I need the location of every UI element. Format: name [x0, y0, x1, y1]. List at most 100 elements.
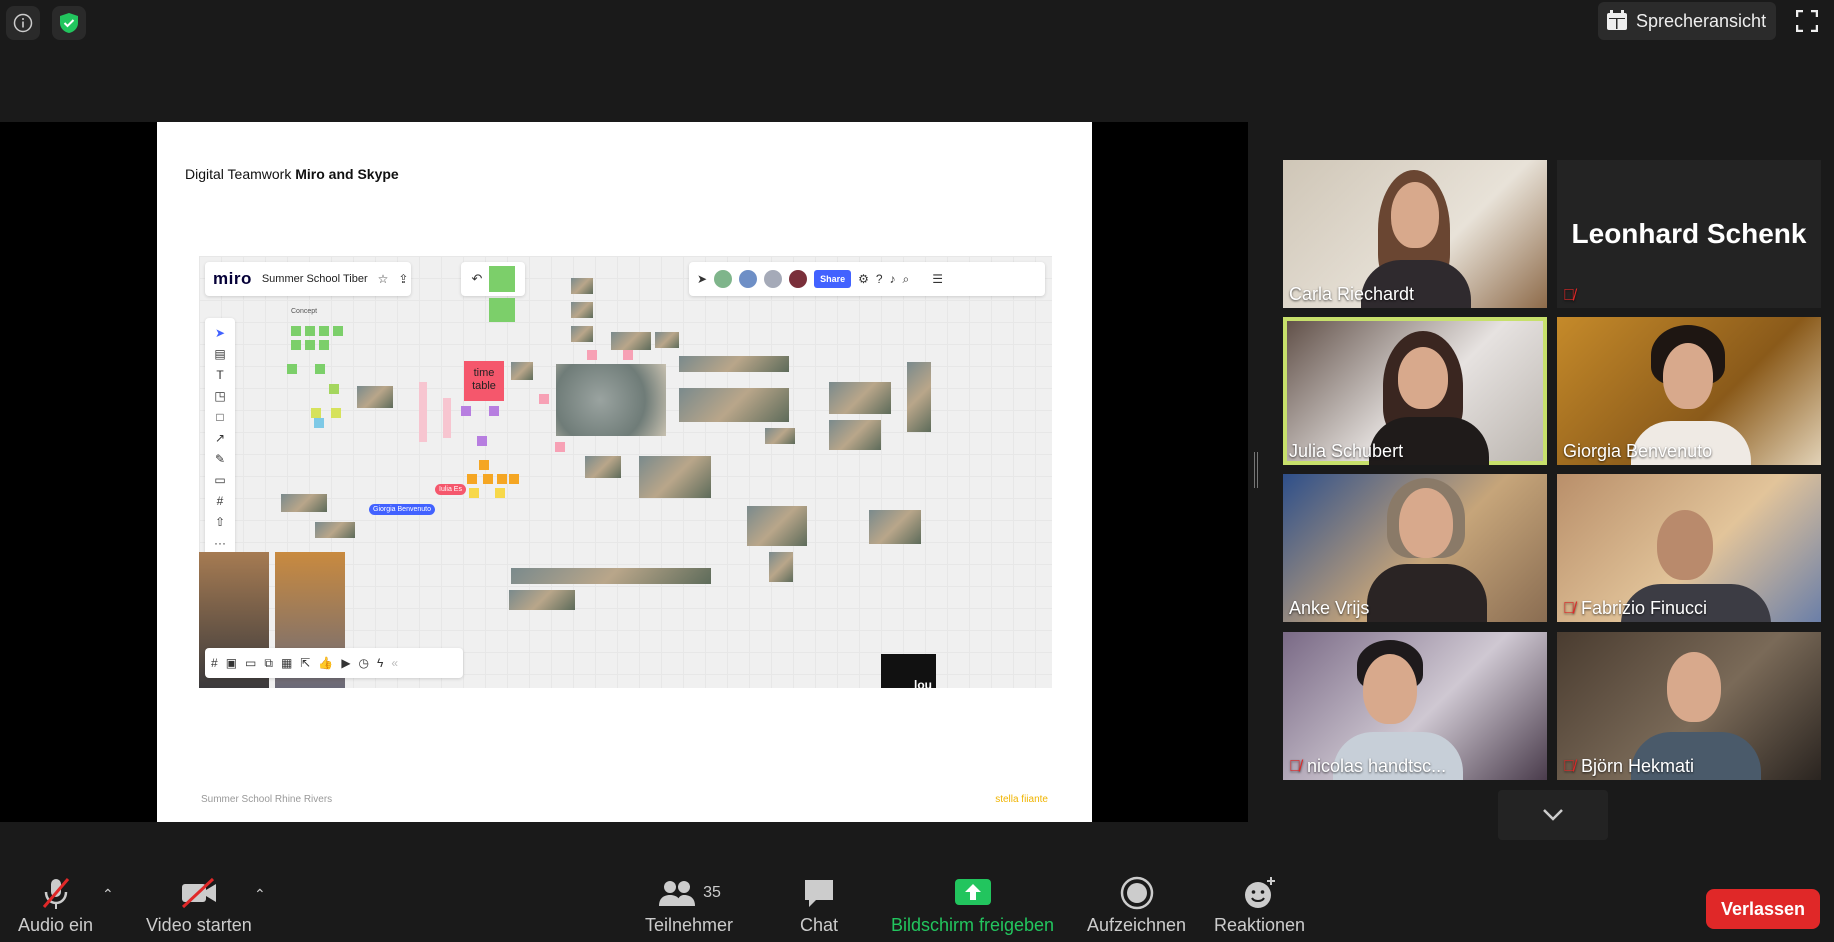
- participant-name: 🎙̸ Björn Hekmati: [1563, 756, 1694, 777]
- panel-resize-handle[interactable]: [1254, 452, 1258, 488]
- participant-display-name: Leonhard Schenk: [1571, 218, 1807, 249]
- upload-icon: ⇪: [398, 272, 409, 286]
- participant-name: 🎙̸ Fabrizio Finucci: [1563, 598, 1707, 619]
- upload-icon: ⇧: [214, 515, 226, 529]
- sticky-note: [467, 474, 477, 484]
- board-photo: [315, 522, 355, 538]
- video-tile[interactable]: Giorgia Benvenuto: [1557, 317, 1821, 465]
- menu-icon: ☰: [932, 272, 944, 286]
- participant-name-text: Carla Riechardt: [1289, 284, 1415, 304]
- board-photo: [585, 456, 621, 478]
- video-tile[interactable]: Anke Vrijs: [1283, 474, 1547, 622]
- record-label: Aufzeichnen: [1087, 915, 1187, 935]
- miro-board-name: Summer School Tiber: [261, 273, 368, 285]
- participant-body: [1367, 564, 1487, 622]
- participant-name-text: Giorgia Benvenuto: [1563, 441, 1713, 461]
- participant-face: [1667, 652, 1721, 722]
- city-map-image: [556, 364, 666, 436]
- sticky-note: [305, 340, 315, 350]
- timetable-sticky: time table: [464, 361, 504, 401]
- slide-title-bold: Miro and Skype: [295, 166, 399, 182]
- video-tile[interactable]: 🎙̸ Fabrizio Finucci: [1557, 474, 1821, 622]
- board-photo: [571, 278, 593, 294]
- participant-name: Giorgia Benvenuto: [1563, 441, 1712, 462]
- participant-name: 🎙̸: [1563, 287, 1575, 305]
- video-tile[interactable]: Leonhard Schenk 🎙̸: [1557, 160, 1821, 308]
- participants-icon: 35: [657, 875, 721, 911]
- sticky-note: [291, 326, 301, 336]
- sticky-note: [489, 266, 515, 292]
- slide-title-prefix: Digital Teamwork: [185, 166, 292, 182]
- avatar: [789, 270, 808, 288]
- participant-name: Carla Riechardt: [1289, 284, 1414, 305]
- frame-icon: #: [216, 494, 224, 508]
- board-photo: [281, 494, 327, 512]
- sticky-note: [479, 460, 489, 470]
- mic-muted-icon: 🎙̸: [1563, 287, 1575, 304]
- board-photo: [829, 420, 881, 450]
- search-icon: ⌕: [902, 271, 910, 286]
- participants-label: Teilnehmer: [645, 915, 734, 935]
- calendar-grid-icon: [1607, 10, 1627, 30]
- present-icon: ▣: [225, 656, 238, 670]
- avatar: [714, 270, 733, 288]
- sticky-note: [539, 394, 549, 404]
- shield-check-icon: [60, 13, 78, 33]
- video-tile[interactable]: 🎙̸ nicolas handtsc...: [1283, 632, 1547, 780]
- mic-muted-icon: 🎙̸: [1289, 757, 1301, 775]
- collapse-icon: «: [391, 656, 399, 670]
- chat-button[interactable]: Chat: [800, 875, 838, 936]
- share-screen-button[interactable]: Bildschirm freigeben: [891, 875, 1054, 936]
- cursor-label-giorgia: Giorgia Benvenuto: [369, 504, 435, 515]
- video-tile[interactable]: 🎙̸ Björn Hekmati: [1557, 632, 1821, 780]
- board-photo: [509, 590, 575, 610]
- participant-face: [1391, 182, 1439, 248]
- video-tile[interactable]: Carla Riechardt: [1283, 160, 1547, 308]
- chat-icon: [802, 875, 836, 911]
- sticky-note: [443, 398, 451, 438]
- miro-toolbar: ➤ ▤ T ◳ □ ↗ ✎ ▭ # ⇧ ···: [205, 318, 235, 578]
- meeting-info-button[interactable]: [6, 6, 40, 40]
- miro-board-screenshot: miro Summer School Tiber ☆ ⇪ ↶ ↷ ➤ Share: [199, 256, 1052, 688]
- frame-icon: #: [211, 656, 218, 670]
- speaker-view-label: Sprecheransicht: [1636, 10, 1767, 31]
- template-icon: ▤: [214, 347, 226, 361]
- reactions-button[interactable]: Reaktionen: [1214, 875, 1305, 936]
- video-tile-active-speaker[interactable]: Julia Schubert: [1283, 317, 1547, 465]
- sticky-note: [319, 340, 329, 350]
- sticky-note: [333, 326, 343, 336]
- speaker-view-button[interactable]: Sprecheransicht: [1598, 2, 1776, 40]
- participants-button[interactable]: 35 Teilnehmer: [645, 875, 733, 936]
- video-options-caret[interactable]: ⌃: [254, 886, 266, 903]
- concept-label: Concept: [291, 308, 318, 315]
- board-photo: [769, 552, 793, 582]
- encryption-button[interactable]: [52, 6, 86, 40]
- board-photo: [571, 302, 593, 318]
- sticky-note: [489, 298, 515, 322]
- board-photo: [765, 428, 795, 444]
- slide-footer-right: stella fiiante: [995, 794, 1048, 805]
- sticky-note: [419, 382, 427, 442]
- audio-label: Audio ein: [18, 915, 94, 935]
- video-button[interactable]: Video starten: [146, 875, 252, 936]
- miro-header: miro Summer School Tiber ☆ ⇪: [205, 262, 411, 296]
- leave-button[interactable]: Verlassen: [1706, 889, 1820, 929]
- video-muted-icon: [179, 875, 219, 911]
- record-button[interactable]: Aufzeichnen: [1087, 875, 1186, 936]
- sticky-note: [311, 408, 321, 418]
- audio-button[interactable]: Audio ein: [18, 875, 93, 936]
- participants-count: 35: [703, 884, 721, 901]
- sticky-note: [483, 474, 493, 484]
- cards-icon: ▦: [280, 656, 293, 670]
- fullscreen-icon: [1796, 10, 1818, 32]
- text-icon: T: [216, 368, 224, 382]
- board-photo: [747, 506, 807, 546]
- emoji-plus-icon: [1242, 875, 1278, 911]
- miro-share-button: Share: [814, 270, 852, 288]
- next-page-button[interactable]: [1498, 790, 1608, 840]
- pen-icon: ✎: [214, 452, 226, 466]
- video-icon: ▶: [341, 656, 351, 670]
- fullscreen-button[interactable]: [1792, 6, 1822, 36]
- audio-options-caret[interactable]: ⌃: [102, 886, 114, 903]
- share-screen-icon: ⇱: [300, 656, 311, 670]
